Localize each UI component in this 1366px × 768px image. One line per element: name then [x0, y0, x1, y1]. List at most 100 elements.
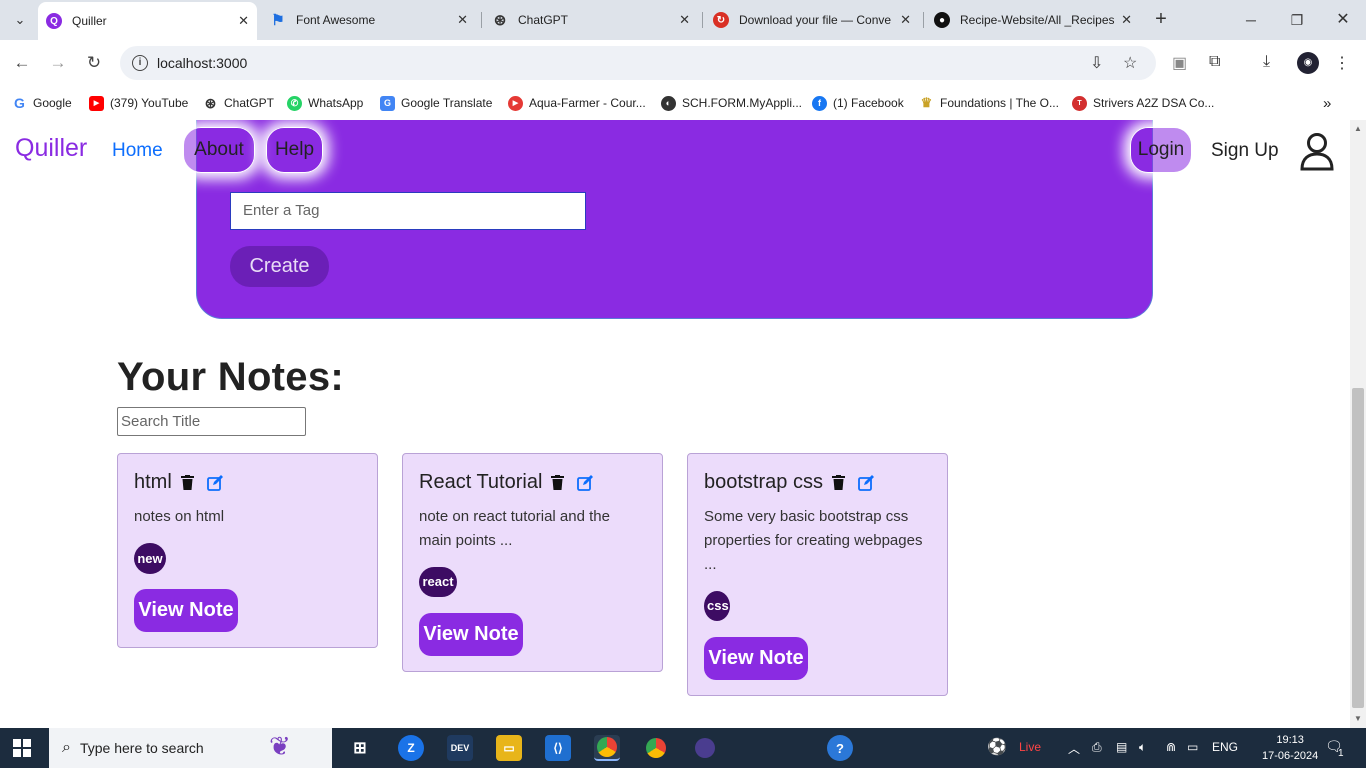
bookmark-youtube[interactable]: ▶ (379) YouTube [89, 93, 188, 113]
zoom-app-icon[interactable]: Z [398, 735, 424, 761]
extension-icon[interactable]: ▣ [1172, 53, 1187, 73]
help-app-icon[interactable]: ? [827, 735, 853, 761]
scroll-up-icon[interactable]: ▲ [1354, 124, 1362, 133]
windows-start-icon[interactable] [13, 739, 31, 757]
more-bookmarks-icon[interactable]: » [1323, 93, 1331, 113]
new-tab-icon[interactable]: + [1150, 8, 1172, 30]
scrollbar-thumb[interactable] [1352, 388, 1364, 708]
bookmark-aqua-farmer[interactable]: ▶ Aqua-Farmer - Cour... [508, 93, 646, 113]
view-note-button[interactable]: View Note [704, 637, 808, 680]
minimize-icon[interactable]: ─ [1236, 8, 1266, 32]
bookmark-sch-form[interactable]: ◐ SCH.FORM.MyAppli... [661, 93, 802, 113]
bookmark-label: (379) YouTube [110, 96, 189, 110]
close-tab-icon[interactable]: ✕ [900, 12, 911, 28]
devhome-app-icon[interactable]: DEV [447, 735, 473, 761]
login-button[interactable]: Login [1130, 127, 1192, 173]
user-icon[interactable] [1299, 131, 1335, 171]
chrome-active-icon[interactable] [594, 735, 620, 761]
close-tab-icon[interactable]: ✕ [238, 13, 249, 29]
tab-title: Download your file — Conve [739, 13, 892, 27]
tab-recipe-website[interactable]: ● Recipe-Website/All _Recipes ✕ [926, 5, 1140, 35]
tab-title: Font Awesome [296, 13, 376, 27]
volume-icon[interactable]: 🔈︎ [1139, 740, 1146, 755]
note-title: React Tutorial [419, 471, 543, 493]
tab-font-awesome[interactable]: ⚑ Font Awesome ✕ [262, 5, 476, 35]
chatgpt-icon: ⊛ [204, 94, 217, 111]
restore-icon[interactable]: ❐ [1282, 8, 1312, 32]
file-explorer-icon[interactable]: ▭ [496, 735, 522, 761]
downloads-icon[interactable]: ⤓ [1263, 53, 1270, 71]
bookmark-strivers[interactable]: T Strivers A2Z DSA Co... [1072, 93, 1214, 113]
page-scrollbar[interactable]: ▲ ▼ [1350, 120, 1366, 728]
euro-cup-icon[interactable]: ⚽ [987, 737, 1007, 757]
live-label[interactable]: Live [1019, 740, 1041, 754]
eclipse-app-icon[interactable] [692, 735, 718, 761]
nav-home-link[interactable]: Home [112, 140, 163, 162]
bookmark-whatsapp[interactable]: ✆ WhatsApp [287, 93, 363, 113]
bookmark-label: Google Translate [401, 96, 493, 110]
google-translate-icon: G [380, 95, 395, 111]
wifi-icon[interactable]: ⋒ [1166, 740, 1176, 754]
quiller-favicon-icon: Q [46, 13, 62, 29]
view-note-button[interactable]: View Note [419, 613, 523, 656]
site-info-icon[interactable]: i [132, 55, 148, 71]
tab-download-file[interactable]: ↻ Download your file — Conve ✕ [705, 5, 919, 35]
taskbar-search-box[interactable]: ⌕ Type here to search ❦ [49, 728, 332, 768]
bookmark-label: WhatsApp [308, 96, 364, 110]
tab-search-dropdown-icon[interactable]: ⌄ [8, 8, 32, 32]
brand-logo[interactable]: Quiller [15, 134, 87, 163]
tab-quiller[interactable]: Q Quiller ✕ [38, 2, 257, 40]
camera-icon[interactable]: ⎙ [1092, 740, 1102, 755]
nav-help-link[interactable]: Help [266, 127, 323, 173]
note-card: React Tutorial note on react tutorial an… [402, 453, 663, 672]
battery-icon[interactable]: ▭ [1187, 740, 1198, 754]
url-text[interactable]: localhost:3000 [157, 55, 247, 71]
install-app-icon[interactable]: ⇩ [1090, 53, 1103, 73]
page-viewport: Enter a Tag Create Quiller Home About He… [0, 120, 1350, 728]
trash-icon[interactable] [831, 475, 845, 490]
clock-time: 19:13 [1276, 734, 1304, 746]
tab-chatgpt[interactable]: ⊛ ChatGPT ✕ [484, 5, 698, 35]
profile-avatar-icon[interactable]: ◉ [1297, 52, 1319, 74]
edit-icon[interactable] [577, 474, 594, 491]
bookmark-foundations[interactable]: ♛ Foundations | The O... [919, 93, 1059, 113]
scroll-down-icon[interactable]: ▼ [1354, 714, 1362, 723]
edit-icon[interactable] [858, 474, 874, 491]
windows-taskbar: ⌕ Type here to search ❦ ⊞ Z DEV ▭ ⟨⟩ ? ⚽… [0, 728, 1366, 768]
language-indicator[interactable]: ENG [1212, 740, 1238, 754]
chrome-icon[interactable] [643, 735, 669, 761]
close-tab-icon[interactable]: ✕ [679, 12, 690, 28]
create-button[interactable]: Create [230, 246, 329, 287]
display-icon[interactable]: ▤ [1116, 740, 1127, 754]
signup-button[interactable]: Sign Up [1211, 140, 1279, 162]
close-window-icon[interactable]: ✕ [1328, 8, 1358, 32]
show-hidden-icons[interactable]: ︿ [1068, 740, 1080, 757]
search-title-input[interactable]: Search Title [117, 407, 306, 436]
extensions-puzzle-icon[interactable]: ⧉ [1209, 53, 1220, 71]
vscode-icon[interactable]: ⟨⟩ [545, 735, 571, 761]
chatgpt-icon: ⊛ [493, 12, 507, 29]
bookmark-google-translate[interactable]: G Google Translate [380, 93, 492, 113]
bookmark-facebook[interactable]: f (1) Facebook [812, 93, 904, 113]
close-tab-icon[interactable]: ✕ [457, 12, 468, 28]
view-note-button[interactable]: View Note [134, 589, 238, 632]
address-bar[interactable]: i localhost:3000 ⇩ ☆ [120, 46, 1156, 80]
trash-icon[interactable] [551, 475, 565, 490]
bookmark-label: (1) Facebook [833, 96, 904, 110]
bookmark-chatgpt[interactable]: ⊛ ChatGPT [203, 93, 274, 113]
reload-icon[interactable]: ↻ [83, 52, 105, 74]
task-view-icon[interactable]: ⊞ [347, 735, 373, 761]
forward-icon[interactable]: → [47, 52, 69, 74]
trash-icon[interactable] [180, 475, 194, 490]
taskbar-clock[interactable]: 19:13 17-06-2024 [1262, 732, 1318, 764]
close-tab-icon[interactable]: ✕ [1121, 12, 1132, 28]
nav-about-link[interactable]: About [183, 127, 255, 173]
note-description: note on react tutorial and the main poin… [419, 508, 610, 549]
tab-divider [923, 12, 924, 28]
bookmark-google[interactable]: G Google [12, 93, 72, 113]
tag-input[interactable]: Enter a Tag [230, 192, 586, 230]
back-icon[interactable]: ← [11, 52, 33, 74]
browser-menu-icon[interactable]: ⋮ [1334, 53, 1350, 73]
edit-icon[interactable] [206, 474, 223, 491]
bookmark-star-icon[interactable]: ☆ [1123, 53, 1137, 73]
